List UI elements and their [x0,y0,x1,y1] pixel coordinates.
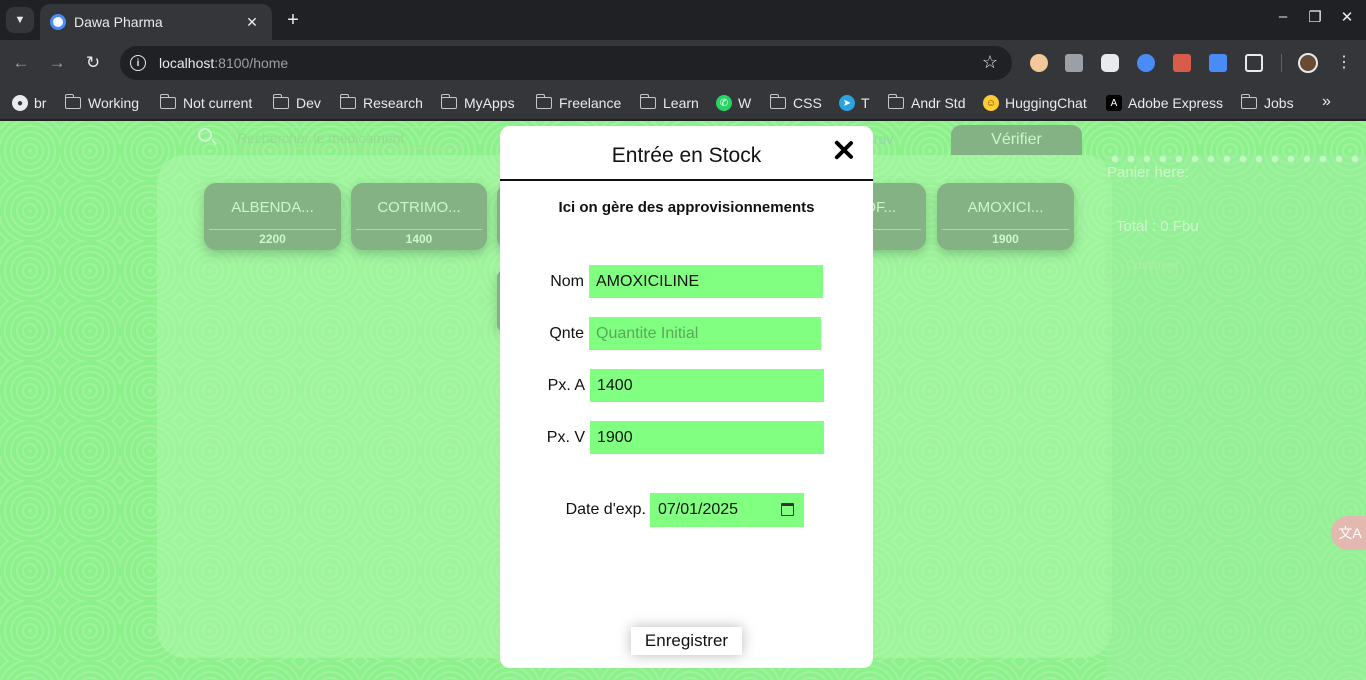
folder-icon [1240,94,1257,109]
bookmark-br[interactable]: ● br [12,93,46,113]
bookmark-label: Dev [296,95,321,111]
date-value: 07/01/2025 [658,501,739,518]
tab-strip: ▼ Dawa Pharma ✕ + – ❐ ✕ [0,0,1366,40]
bookmark-t[interactable]: ➤ T [839,93,870,113]
calendar-icon[interactable] [781,503,794,516]
bookmark-label: W [738,95,752,111]
bookmark-label: MyApps [464,95,515,111]
modal-title: Entrée en Stock [611,144,762,167]
bookmark-label: Not current [183,95,253,111]
url-path: :8100/home [214,55,289,71]
bookmark-label: CSS [793,95,822,111]
bookmark-research[interactable]: Research [339,93,423,113]
close-icon[interactable] [833,139,855,161]
reload-icon[interactable]: ↻ [80,50,106,76]
tab-search-chevron-down-icon[interactable]: ▼ [6,7,34,33]
bookmark-label: br [34,95,47,111]
qnte-input[interactable] [589,317,821,350]
qnte-label: Qnte [549,325,584,342]
extensions-puzzle-icon[interactable] [1245,54,1263,72]
folder-icon [159,94,176,109]
modal-subtitle: Ici on gère des approvisionnements [558,199,815,216]
pxv-label: Px. V [546,429,585,446]
browser-toolbar: ← → ↻ i localhost:8100/home ☆ ⋮ [0,40,1366,86]
modal-header: Entrée en Stock [500,126,873,181]
whatsapp-icon: ✆ [716,95,732,111]
hugging-face-icon: ☺ [983,95,999,111]
extension-4-icon[interactable] [1137,54,1155,72]
folder-icon [272,94,289,109]
extension-5-icon[interactable] [1173,54,1191,72]
profile-avatar[interactable] [1298,53,1318,73]
extension-1-icon[interactable] [1030,54,1048,72]
bookmark-huggingchat[interactable]: ☺ HuggingChat [983,93,1087,113]
address-bar[interactable]: i localhost:8100/home ☆ [120,46,1012,80]
bookmark-label: Research [363,95,423,111]
tab-title: Dawa Pharma [74,14,163,30]
bookmark-w[interactable]: ✆ W [716,93,751,113]
telegram-icon: ➤ [839,95,855,111]
folder-icon [887,94,904,109]
folder-icon [639,94,656,109]
bookmark-learn[interactable]: Learn [639,93,699,113]
date-label: Date d'exp. [565,501,646,518]
bookmark-label: Jobs [1264,95,1294,111]
folder-icon [535,94,552,109]
extension-3-icon[interactable] [1101,54,1119,72]
folder-icon [769,94,786,109]
minimize-icon[interactable]: – [1272,8,1294,25]
nom-input[interactable] [589,265,823,298]
nom-label: Nom [550,273,584,290]
bookmark-working[interactable]: Working [64,93,140,113]
info-icon[interactable]: i [130,55,146,71]
new-tab-plus-icon[interactable]: + [282,6,304,34]
bookmark-jobs[interactable]: Jobs [1240,93,1294,113]
bookmarks-bar: ● br Working Not current Dev Research MyA… [0,86,1366,120]
window-close-icon[interactable]: ✕ [1336,8,1358,26]
bookmark-label: Adobe Express [1128,95,1223,111]
google-translate-extension-icon[interactable] [1209,54,1227,72]
stock-entry-modal: Entrée en Stock Ici on gère des approvis… [500,126,873,668]
bookmark-css[interactable]: CSS [769,93,822,113]
active-tab[interactable]: Dawa Pharma ✕ [40,4,272,40]
save-button[interactable]: Enregistrer [631,627,742,655]
more-bookmarks-chevron-icon[interactable]: » [1322,93,1331,111]
maximize-icon[interactable]: ❐ [1304,8,1326,26]
bookmark-myapps[interactable]: MyApps [440,93,515,113]
folder-icon [440,94,457,109]
favicon-icon [50,14,66,30]
folder-icon [339,94,356,109]
bookmark-label: Freelance [559,95,622,111]
pxa-label: Px. A [547,377,585,394]
bookmark-label: Andr Std [911,95,966,111]
kebab-menu-icon[interactable]: ⋮ [1336,52,1352,72]
globe-icon: ● [12,95,28,111]
bookmark-label: Learn [663,95,699,111]
folder-icon [64,94,81,109]
tab-close-icon[interactable]: ✕ [242,14,262,31]
bookmark-star-icon[interactable]: ☆ [982,52,998,73]
toolbar-divider [1281,54,1282,72]
bookmark-dev[interactable]: Dev [272,93,321,113]
bookmark-not-current[interactable]: Not current [159,93,253,113]
extension-2-icon[interactable] [1065,54,1083,72]
bookmark-label: Working [88,95,140,111]
bookmark-andr-std[interactable]: Andr Std [887,93,966,113]
bookmark-label: T [861,95,870,111]
bookmark-label: HuggingChat [1005,95,1087,111]
adobe-express-icon: A [1106,95,1122,111]
translate-icon[interactable]: 文A [1331,516,1366,550]
pxa-input[interactable] [590,369,824,402]
bookmark-freelance[interactable]: Freelance [535,93,622,113]
pxv-input[interactable] [590,421,824,454]
forward-icon[interactable]: → [44,50,70,76]
back-icon[interactable]: ← [8,50,34,76]
date-input[interactable]: 07/01/2025 [650,493,804,527]
url-host: localhost [159,55,215,71]
bookmark-adobe-express[interactable]: A Adobe Express [1106,93,1223,113]
